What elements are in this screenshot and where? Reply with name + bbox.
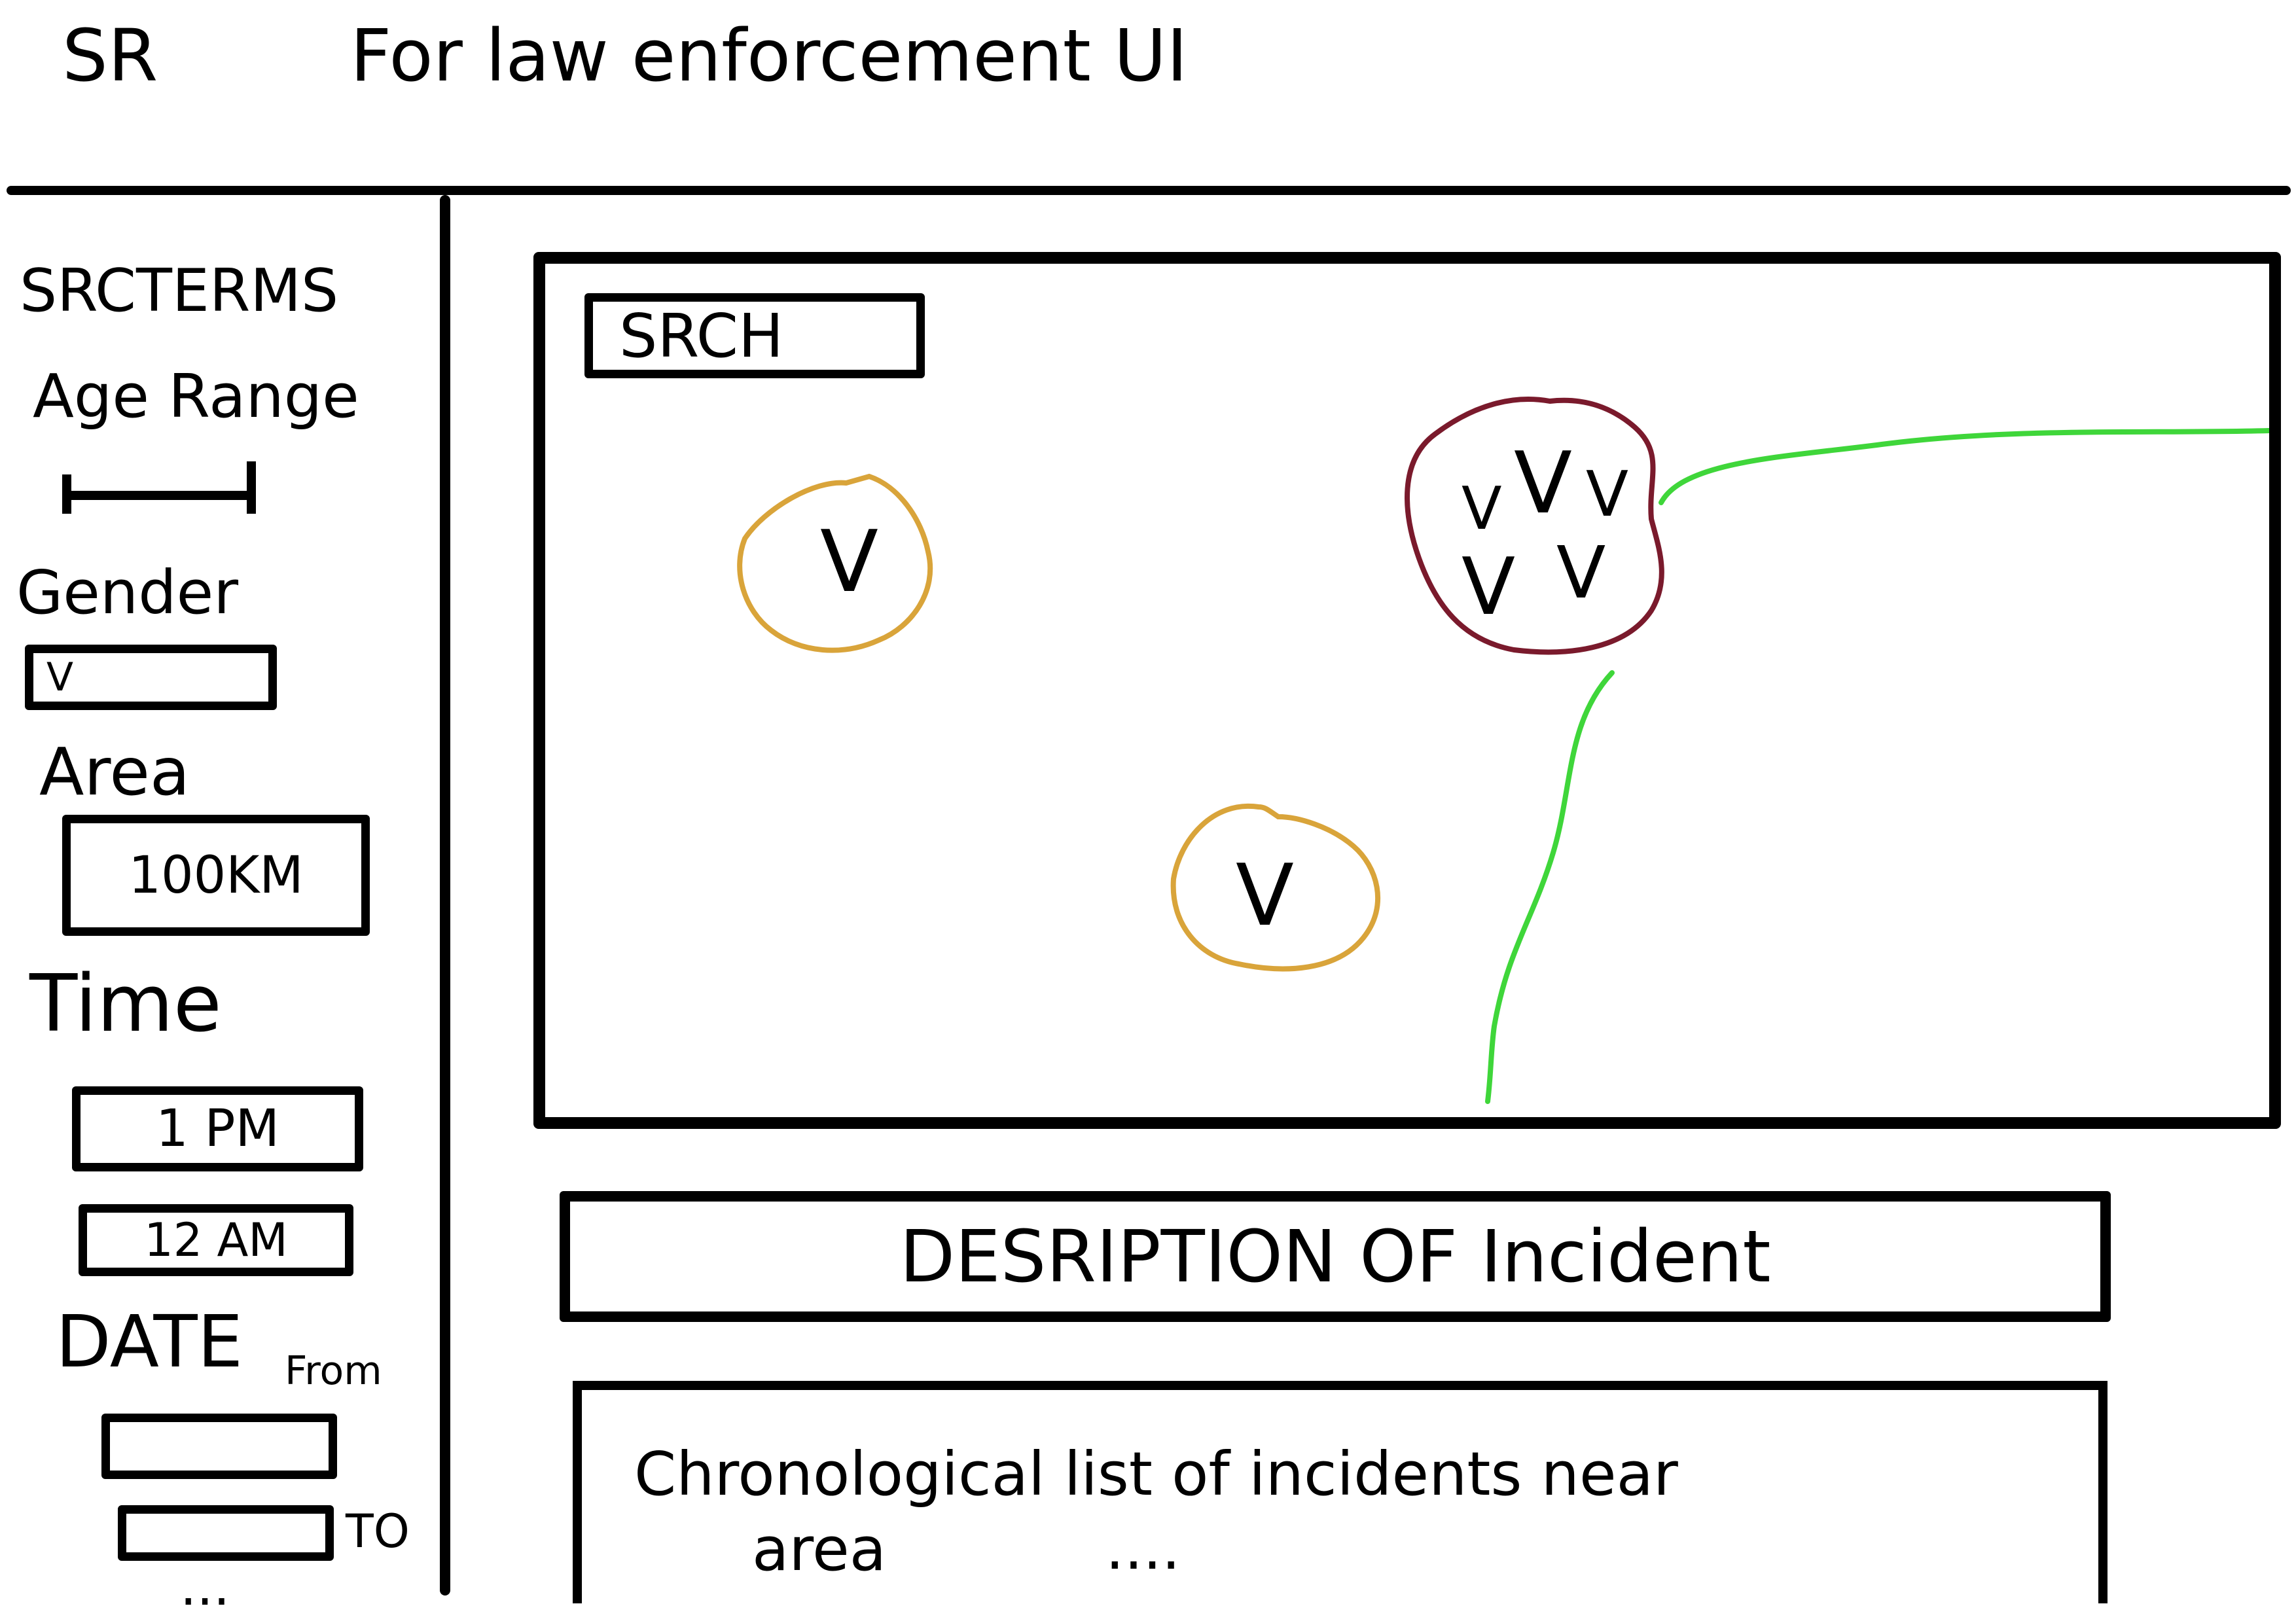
- date-from-input[interactable]: [101, 1414, 337, 1479]
- area-input-value: 100KM: [128, 846, 304, 905]
- incident-marker[interactable]: V: [820, 512, 878, 611]
- map-view[interactable]: V V V V V V V SRCH: [533, 252, 2281, 1129]
- area-label: Area: [39, 734, 190, 810]
- incident-list-panel[interactable]: Chronological list of incidents near are…: [573, 1381, 2108, 1603]
- sidebar-divider: [440, 195, 450, 1596]
- search-terms-label: SRCTERMS: [20, 257, 339, 325]
- age-range-label: Age Range: [33, 361, 359, 431]
- incident-marker[interactable]: V: [1462, 474, 1502, 543]
- route-line: [1659, 428, 2269, 505]
- app-subtitle: For law enforcement UI: [350, 14, 1188, 98]
- header-divider: [7, 186, 2291, 195]
- incident-list-more-indicator: ....: [1105, 1514, 1181, 1583]
- sidebar-more-indicator: ...: [180, 1556, 230, 1617]
- app-title: SR: [62, 14, 158, 98]
- incident-marker[interactable]: V: [1462, 542, 1515, 633]
- age-range-slider[interactable]: [62, 461, 259, 520]
- incident-description-panel: DESRIPTION OF Incident: [560, 1191, 2111, 1322]
- age-range-max-handle[interactable]: [247, 461, 256, 514]
- time-to-input[interactable]: 12 AM: [79, 1204, 353, 1276]
- route-line-south: [1485, 670, 1615, 1104]
- area-input[interactable]: 100KM: [62, 815, 370, 936]
- incident-marker[interactable]: V: [1556, 531, 1605, 615]
- gender-label: Gender: [16, 558, 239, 628]
- map-canvas[interactable]: V V V V V V V: [545, 264, 2269, 1117]
- gender-dropdown-value: V: [46, 654, 74, 700]
- map-search-input[interactable]: SRCH: [584, 293, 925, 378]
- time-from-input[interactable]: 1 PM: [72, 1086, 363, 1171]
- incident-marker[interactable]: V: [1236, 846, 1294, 945]
- time-label: Time: [29, 959, 222, 1050]
- map-search-label: SRCH: [619, 300, 784, 371]
- age-range-track: [62, 491, 252, 500]
- date-from-label: From: [285, 1348, 382, 1394]
- incident-marker[interactable]: V: [1514, 433, 1572, 533]
- incident-list-title: Chronological list of incidents near: [634, 1439, 1678, 1509]
- gender-dropdown[interactable]: V: [25, 645, 277, 710]
- date-to-input[interactable]: [118, 1505, 334, 1561]
- incident-list-title-continued: area: [752, 1514, 887, 1584]
- time-from-value: 1 PM: [156, 1099, 279, 1158]
- incident-description-label: DESRIPTION OF Incident: [899, 1215, 1771, 1298]
- date-to-label: TO: [346, 1505, 410, 1558]
- incident-marker[interactable]: V: [1586, 459, 1628, 531]
- date-label: DATE: [56, 1300, 243, 1383]
- time-to-value: 12 AM: [144, 1213, 288, 1267]
